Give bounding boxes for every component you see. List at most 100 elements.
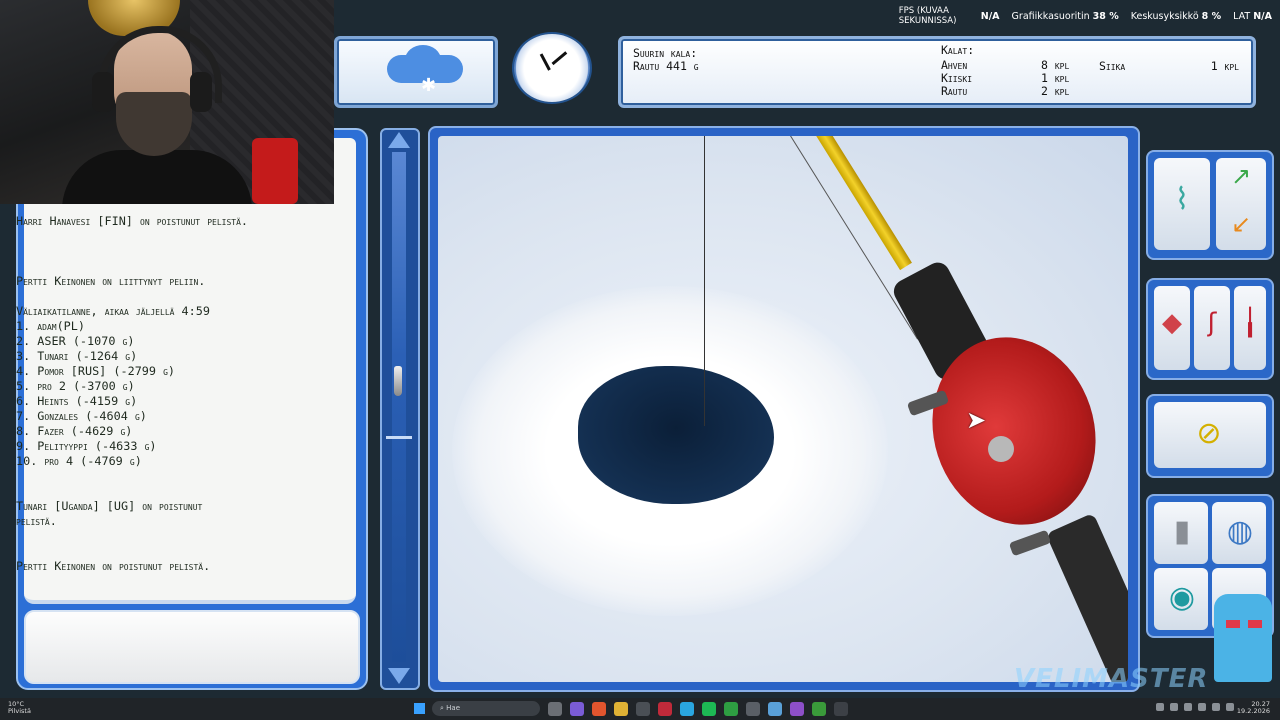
chat-line: [16, 289, 342, 304]
fps-label: FPS (KUVAA SEKUNNISSA): [898, 6, 957, 26]
ice-scene[interactable]: ➤: [438, 136, 1128, 682]
xbox-icon[interactable]: [724, 702, 738, 716]
lure-hook-icon[interactable]: ʃ: [1194, 286, 1230, 370]
cpu-label: Keskusyksikkö: [1130, 10, 1199, 22]
catch-panel: Suurin kala: Rautu 441 g Kalat: Ahven 8 …: [618, 36, 1256, 108]
app-icon[interactable]: [790, 702, 804, 716]
app-icon[interactable]: [812, 702, 826, 716]
chat-line: [16, 544, 342, 559]
reel-knob[interactable]: [1008, 529, 1052, 557]
ice-hole[interactable]: [578, 366, 774, 504]
reel-center: [988, 436, 1014, 462]
chat-line: Pertti Keinonen on poistunut pelistä.: [16, 559, 211, 573]
chat-line: [16, 484, 342, 499]
chat-line: 6. Heints (-4159 g): [16, 394, 138, 408]
store-icon[interactable]: [636, 702, 650, 716]
chat-line: Tunari [Uganda] [UG] on poistunut: [16, 499, 203, 513]
fishing-line: [704, 136, 705, 426]
tray-chevron-icon[interactable]: [1156, 703, 1164, 711]
fish-list-header: Kalat:: [941, 43, 975, 57]
chat-line: 2. ASER (-1070 g): [16, 334, 135, 348]
spotify-icon[interactable]: [702, 702, 716, 716]
weather-panel: ✱: [334, 36, 498, 108]
lure-diamond-icon[interactable]: ◆: [1154, 286, 1190, 370]
app-icon[interactable]: [570, 702, 584, 716]
chat-line: 9. Pelityyppi (-4633 g): [16, 439, 157, 453]
chat-input[interactable]: [24, 610, 360, 684]
app-icon[interactable]: [680, 702, 694, 716]
chat-line: 1. adam(PL): [16, 319, 85, 333]
globe-icon[interactable]: ◍: [1212, 502, 1266, 564]
webcam-person-body: [62, 150, 252, 204]
chat-line: Pertti Keinonen on liittynyt peliin.: [16, 274, 206, 288]
chat-line: Harri Hanavesi [FIN] on poistunut pelist…: [16, 214, 249, 228]
tray-app-icon[interactable]: [1184, 703, 1192, 711]
chat-line: [16, 529, 342, 544]
taskbar-date: 19.2.2026: [1236, 707, 1270, 715]
gpu-label: Grafiikkasuoritin: [1011, 10, 1090, 22]
taskbar-clock[interactable]: 20.27 19.2.2026: [1237, 701, 1270, 715]
volume-icon[interactable]: [1212, 703, 1220, 711]
fps-value: N/A: [980, 10, 1000, 22]
chat-line: [16, 244, 342, 259]
biggest-fish: Suurin kala: Rautu 441 g: [633, 47, 699, 73]
fish-list: Ahven 8 kpl Kiiski 1 kpl Rautu 2 kpl: [941, 59, 1069, 98]
rod-panel: ⊘: [1146, 394, 1274, 478]
fish-name: Rautu: [941, 84, 968, 98]
app-icon[interactable]: [768, 702, 782, 716]
move-arrows-icon[interactable]: ↗ ↙: [1216, 158, 1266, 250]
battery-icon[interactable]: [1226, 703, 1234, 711]
file-explorer-icon[interactable]: [614, 702, 628, 716]
lat-value: N/A: [1253, 10, 1272, 22]
clock-hand-hour: [539, 53, 551, 71]
lure-jig-icon[interactable]: ╽: [1234, 286, 1266, 370]
mascot-logo: [1198, 586, 1280, 690]
microphone: [252, 138, 298, 204]
chat-line: [16, 229, 342, 244]
chat-line: [16, 469, 342, 484]
gpu-value: 38 %: [1092, 10, 1119, 22]
clock-hand-minute: [551, 51, 568, 66]
fish-count: 1 kpl: [1210, 59, 1239, 73]
fish-row: Siika 1 kpl: [1099, 59, 1239, 73]
taskbar-apps: [548, 702, 848, 716]
taskbar-weather[interactable]: 10°C Pilvistä: [8, 701, 31, 715]
watermark-logo: VELIMASTER: [1014, 664, 1209, 694]
app-icon[interactable]: [746, 702, 760, 716]
rod-grip[interactable]: [1045, 512, 1128, 682]
lure-indicator-icon[interactable]: [394, 366, 402, 396]
chat-line: 4. Pomor [RUS] (-2799 g): [16, 364, 176, 378]
task-view-icon[interactable]: [548, 702, 562, 716]
taskbar-weather-desc: Pilvistä: [8, 707, 31, 715]
cpu-value: 8 %: [1201, 10, 1222, 22]
rod-line: [790, 136, 919, 340]
depth-up-arrow-icon[interactable]: [388, 132, 410, 148]
chat-line: 3. Tunari (-1264 g): [16, 349, 138, 363]
system-tray: [1156, 703, 1234, 711]
chat-line: 7. Gonzales (-4604 g): [16, 409, 147, 423]
chat-line: [16, 259, 342, 274]
tray-app-icon[interactable]: [1170, 703, 1178, 711]
chat-log: Harri Hanavesi [FIN] on poistunut pelist…: [16, 214, 342, 574]
taskbar-search[interactable]: ⌕ Hae: [432, 701, 540, 716]
wifi-icon[interactable]: [1198, 703, 1206, 711]
fishing-view-frame: ➤: [428, 126, 1140, 692]
flashlight-icon[interactable]: ▮: [1154, 502, 1208, 564]
app-icon[interactable]: [658, 702, 672, 716]
clock-icon: [514, 34, 590, 102]
depth-slider[interactable]: [380, 128, 420, 690]
depth-rail[interactable]: [392, 152, 406, 662]
depth-down-arrow-icon[interactable]: [388, 668, 410, 684]
chat-line: pelistä.: [16, 514, 57, 528]
firefox-icon[interactable]: [592, 702, 606, 716]
lures-panel: ◆ ʃ ╽: [1146, 278, 1274, 380]
taskbar: 10°C Pilvistä ⌕ Hae 20.27 19.2.2026: [0, 698, 1280, 720]
performance-overlay: FPS (KUVAA SEKUNNISSA) N/A Grafiikkasuor…: [899, 6, 1272, 26]
fish-name: Siika: [1099, 59, 1126, 73]
ice-drill-icon[interactable]: ⌇: [1154, 158, 1210, 250]
chat-line: 10. pro 4 (-4769 g): [16, 454, 142, 468]
windows-start-icon[interactable]: [414, 703, 425, 714]
rod-reel-icon[interactable]: ⊘: [1154, 402, 1266, 468]
chat-line: Väliaikatilanne, aikaa jäljellä 4:59: [16, 304, 210, 318]
game-app-icon[interactable]: [834, 702, 848, 716]
